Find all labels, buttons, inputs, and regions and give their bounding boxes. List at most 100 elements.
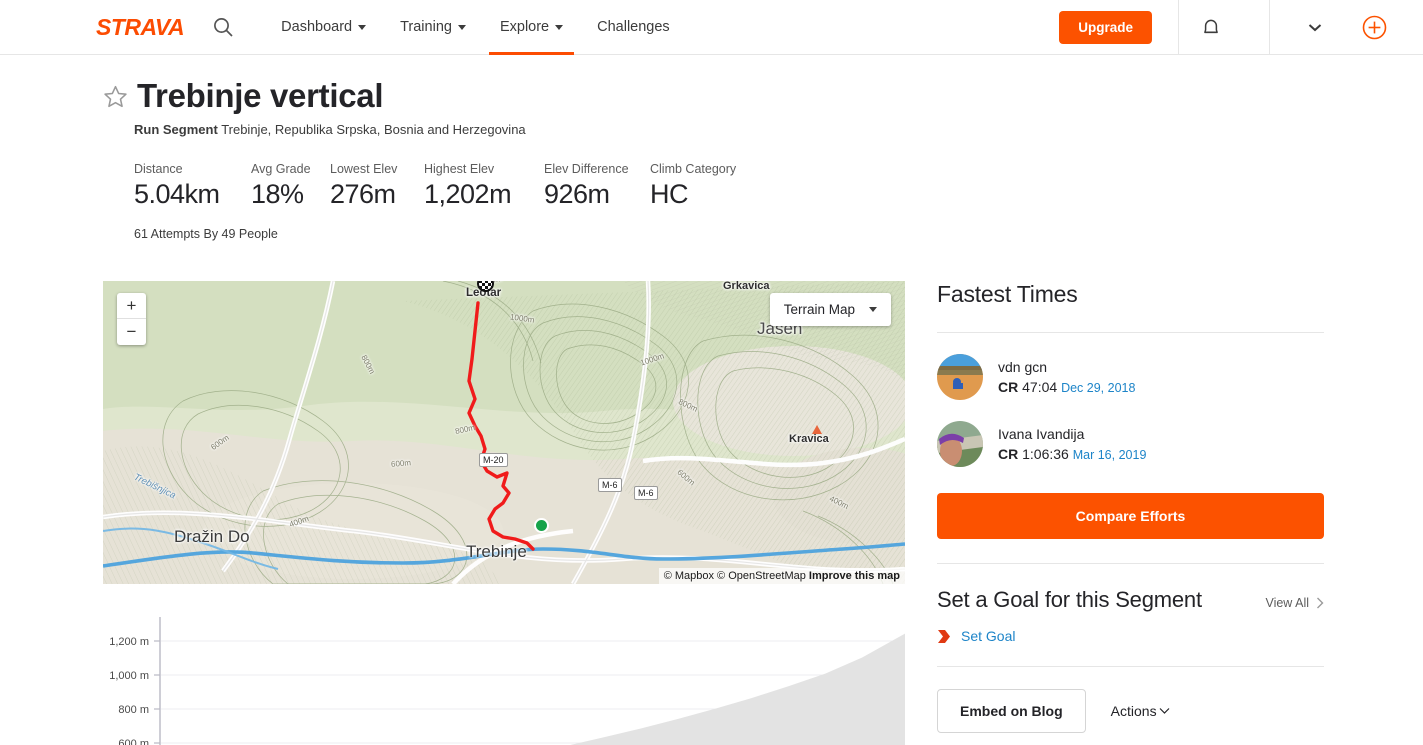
map-label-drazin-do: Dražin Do	[174, 527, 250, 546]
stat-value: 5.04km	[134, 179, 220, 209]
stat-value: 926m	[544, 179, 610, 209]
elevation-area-path	[570, 633, 905, 745]
road-shield: M-6	[634, 486, 658, 500]
search-icon[interactable]	[212, 16, 234, 38]
segment-start-marker[interactable]	[534, 518, 549, 533]
divider	[937, 563, 1324, 564]
elevation-chart-svg: 1,200 m 1,000 m 800 m 600 m	[109, 617, 905, 745]
stat-climb-category: Climb Category HC	[650, 162, 750, 210]
chevron-down-icon	[457, 24, 466, 30]
actions-menu[interactable]: Actions	[1111, 703, 1170, 719]
segment-stats: Distance 5.04km Avg Grade 18% Lowest Ele…	[134, 162, 1423, 210]
stat-value: 18%	[251, 179, 304, 209]
segment-location: Trebinje, Republika Srpska, Bosnia and H…	[221, 122, 526, 137]
nav-label-training: Training	[400, 19, 452, 35]
chevron-down-icon	[869, 307, 877, 312]
map-contour-label: 600m	[390, 458, 412, 469]
main-navigation: Dashboard Training Explore Challenges	[264, 0, 687, 55]
cr-badge: CR	[998, 379, 1019, 395]
chevron-down-icon	[1159, 708, 1170, 714]
map-attribution: © Mapbox © OpenStreetMap Improve this ma…	[658, 568, 905, 584]
stat-label: Avg Grade	[251, 162, 311, 176]
left-column: + − Terrain Map Leotar Grkavica Jasen Kr…	[103, 281, 905, 745]
effort-date[interactable]: Mar 16, 2019	[1073, 448, 1147, 462]
stat-elev-difference: Elev Difference 926m	[544, 162, 650, 210]
segment-map[interactable]: + − Terrain Map Leotar Grkavica Jasen Kr…	[103, 281, 905, 584]
stat-value: HC	[650, 179, 689, 209]
stat-avg-grade: Avg Grade 18%	[251, 162, 330, 210]
segment-header: Trebinje vertical Run Segment Trebinje, …	[0, 77, 1423, 241]
chevron-down-icon	[358, 24, 367, 30]
upgrade-button[interactable]: Upgrade	[1059, 11, 1152, 44]
set-goal-row[interactable]: Set Goal	[937, 628, 1324, 644]
stat-label: Elev Difference	[544, 162, 629, 176]
goal-title: Set a Goal for this Segment	[937, 587, 1202, 612]
elevation-chart[interactable]: 1,200 m 1,000 m 800 m 600 m	[103, 609, 905, 745]
effort-row: vdn gcn CR 47:04 Dec 29, 2018	[937, 354, 1324, 400]
avatar[interactable]	[937, 421, 983, 467]
chevron-right-icon	[1317, 597, 1324, 609]
nav-label-challenges: Challenges	[597, 19, 670, 35]
notifications-bell-icon[interactable]	[1179, 17, 1243, 38]
chevron-down-icon	[555, 24, 564, 30]
view-all-label: View All	[1265, 596, 1309, 610]
athlete-name[interactable]: Ivana Ivandija	[998, 426, 1146, 442]
road-shield: M-20	[479, 453, 508, 467]
stat-label: Climb Category	[650, 162, 737, 176]
strava-logo[interactable]: STRAVA	[96, 14, 185, 41]
nav-item-dashboard[interactable]: Dashboard	[264, 0, 383, 55]
nav-item-training[interactable]: Training	[383, 0, 483, 55]
nav-label-dashboard: Dashboard	[281, 19, 353, 35]
star-favorite-icon[interactable]	[103, 84, 128, 109]
stat-value: 1,202m	[424, 179, 512, 209]
cr-badge: CR	[998, 446, 1019, 462]
effort-details: vdn gcn CR 47:04 Dec 29, 2018	[998, 359, 1135, 395]
fastest-times-title: Fastest Times	[937, 281, 1078, 307]
stat-highest-elev: Highest Elev 1,202m	[424, 162, 544, 210]
map-zoom-controls: + −	[117, 293, 146, 345]
effort-time-row: CR 47:04 Dec 29, 2018	[998, 379, 1135, 395]
chart-y-tick-marks	[154, 640, 160, 744]
effort-time: 47:04	[1022, 379, 1058, 395]
effort-date[interactable]: Dec 29, 2018	[1061, 381, 1135, 395]
map-label-kravica: Kravica	[789, 433, 829, 445]
nav-item-explore[interactable]: Explore	[483, 0, 580, 55]
avatar[interactable]	[937, 354, 983, 400]
embed-on-blog-button[interactable]: Embed on Blog	[937, 689, 1086, 733]
chart-y-tick-label: 600 m	[118, 738, 149, 745]
add-circle-icon[interactable]	[1362, 15, 1423, 40]
map-zoom-in-button[interactable]: +	[117, 293, 146, 319]
segment-type: Run Segment	[134, 122, 218, 137]
stat-label: Lowest Elev	[330, 162, 398, 176]
stat-label: Distance	[134, 162, 183, 176]
compare-efforts-button[interactable]: Compare Efforts	[937, 493, 1324, 539]
map-layer-selector[interactable]: Terrain Map	[769, 293, 891, 326]
map-attribution-text: © Mapbox © OpenStreetMap	[663, 570, 806, 582]
sidebar: Fastest Times vdn gcn CR 47:04 Dec 29, 2…	[937, 281, 1324, 745]
effort-details: Ivana Ivandija CR 1:06:36 Mar 16, 2019	[998, 426, 1146, 462]
improve-map-link[interactable]: Improve this map	[809, 570, 900, 582]
nav-item-challenges[interactable]: Challenges	[580, 0, 687, 55]
user-menu-toggle[interactable]	[1270, 23, 1362, 32]
effort-row: Ivana Ivandija CR 1:06:36 Mar 16, 2019	[937, 421, 1324, 467]
athlete-name[interactable]: vdn gcn	[998, 359, 1135, 375]
map-label-grkavica: Grkavica	[723, 281, 770, 292]
segment-subtitle: Run Segment Trebinje, Republika Srpska, …	[134, 122, 1423, 137]
chart-y-tick-label: 1,200 m	[109, 636, 149, 648]
chart-y-tick-label: 800 m	[118, 704, 149, 716]
divider	[937, 332, 1324, 333]
map-zoom-out-button[interactable]: −	[117, 319, 146, 345]
goal-section-header: Set a Goal for this Segment View All	[937, 587, 1324, 613]
chevron-badge-icon	[938, 629, 950, 643]
attempts-summary: 61 Attempts By 49 People	[134, 227, 278, 241]
set-goal-link[interactable]: Set Goal	[961, 628, 1015, 644]
header-actions: Upgrade	[1059, 0, 1423, 55]
effort-time-row: CR 1:06:36 Mar 16, 2019	[998, 446, 1146, 462]
view-all-link[interactable]: View All	[1265, 596, 1324, 613]
map-label-trebinje: Trebinje	[466, 542, 527, 561]
title-row: Trebinje vertical	[103, 77, 1423, 115]
site-header: STRAVA Dashboard Training Explore Challe…	[0, 0, 1423, 55]
road-shield: M-6	[598, 478, 622, 492]
peak-marker-icon	[812, 425, 822, 434]
divider	[937, 666, 1324, 667]
